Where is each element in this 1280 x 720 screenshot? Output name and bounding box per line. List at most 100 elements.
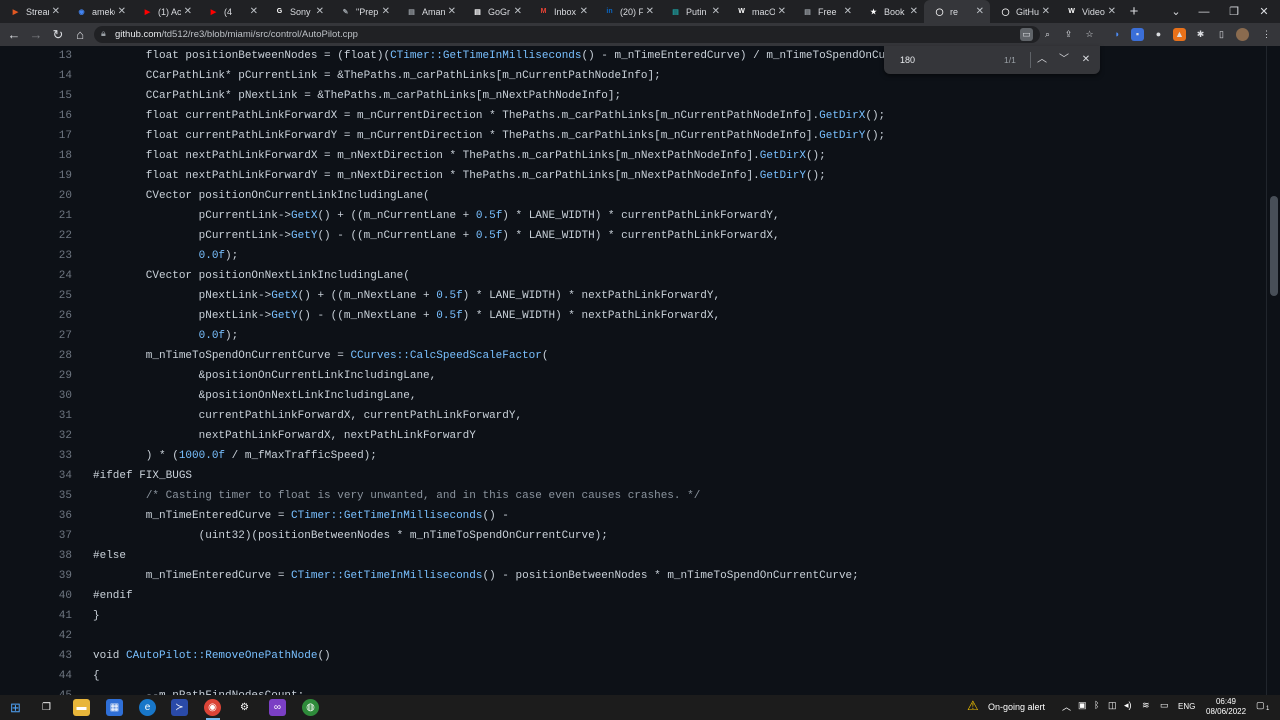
close-window-button[interactable]: ✕ bbox=[1248, 0, 1280, 23]
line-number[interactable]: 32 bbox=[30, 426, 72, 446]
tab-7[interactable]: ▤ GoGr ✕ bbox=[462, 0, 528, 23]
line-number[interactable]: 44 bbox=[30, 666, 72, 686]
tab-close-icon[interactable]: ✕ bbox=[646, 6, 654, 17]
tab-10[interactable]: ▤ Putin ✕ bbox=[660, 0, 726, 23]
tab-5[interactable]: ✎ "Prep ✕ bbox=[330, 0, 396, 23]
chrome-icon[interactable]: ◉ bbox=[204, 699, 221, 716]
line-number[interactable]: 23 bbox=[30, 246, 72, 266]
settings-gear-icon[interactable]: ⚙ bbox=[236, 699, 253, 716]
windows-start-icon[interactable]: ⊞ bbox=[7, 699, 24, 716]
bookmark-star-icon[interactable]: ☆ bbox=[1083, 28, 1096, 41]
powershell-icon[interactable]: ≻ bbox=[171, 699, 188, 716]
store-icon[interactable]: ▦ bbox=[106, 699, 123, 716]
tab-close-icon[interactable]: ✕ bbox=[514, 6, 522, 17]
tray-battery-icon[interactable]: ▭ bbox=[1160, 700, 1169, 711]
tab-close-icon[interactable]: ✕ bbox=[778, 6, 786, 17]
tab-close-icon[interactable]: ✕ bbox=[118, 6, 126, 17]
line-number[interactable]: 14 bbox=[30, 66, 72, 86]
edge-icon[interactable]: e bbox=[139, 699, 156, 716]
tab-close-icon[interactable]: ✕ bbox=[910, 6, 918, 17]
tray-chevron-up-icon[interactable]: ︿ bbox=[1062, 700, 1071, 713]
tray-wifi-icon[interactable]: ≋ bbox=[1142, 700, 1150, 711]
app-green-icon[interactable]: ◍ bbox=[302, 699, 319, 716]
profile-avatar[interactable] bbox=[1236, 28, 1249, 41]
line-number[interactable]: 33 bbox=[30, 446, 72, 466]
line-number[interactable]: 13 bbox=[30, 46, 72, 66]
minimize-button[interactable]: — bbox=[1188, 0, 1220, 23]
share-icon[interactable]: ⇪ bbox=[1062, 28, 1075, 41]
page-scrollbar[interactable] bbox=[1266, 46, 1280, 695]
line-number[interactable]: 45 bbox=[30, 686, 72, 695]
language-indicator[interactable]: ENG bbox=[1178, 702, 1195, 711]
tab-close-icon[interactable]: ✕ bbox=[1108, 6, 1116, 17]
line-number[interactable]: 20 bbox=[30, 186, 72, 206]
find-previous-chevron-up-icon[interactable]: ︿ bbox=[1035, 53, 1049, 67]
tab-close-icon[interactable]: ✕ bbox=[382, 6, 390, 17]
tray-network-icon[interactable]: ◫ bbox=[1108, 700, 1117, 711]
line-number[interactable]: 28 bbox=[30, 346, 72, 366]
tray-bluetooth-icon[interactable]: ᛒ bbox=[1094, 700, 1099, 710]
line-number[interactable]: 24 bbox=[30, 266, 72, 286]
line-number[interactable]: 42 bbox=[30, 626, 72, 646]
tab-14[interactable]: ◯ re ✕ bbox=[924, 0, 990, 23]
line-number[interactable]: 34 bbox=[30, 466, 72, 486]
alert-warning-icon[interactable]: ⚠ bbox=[967, 698, 979, 714]
visual-studio-icon[interactable]: ∞ bbox=[269, 699, 286, 716]
tab-12[interactable]: ▤ Free ✕ bbox=[792, 0, 858, 23]
line-number[interactable]: 17 bbox=[30, 126, 72, 146]
address-bar[interactable]: 🔒︎ github.com/td512/re3/blob/miami/src/c… bbox=[94, 26, 1040, 43]
sidebar-icon[interactable]: ▯ bbox=[1215, 28, 1228, 41]
tab-11[interactable]: WmacO ✕ bbox=[726, 0, 792, 23]
tab-close-icon[interactable]: ✕ bbox=[316, 6, 324, 17]
line-number[interactable]: 31 bbox=[30, 406, 72, 426]
line-number[interactable]: 35 bbox=[30, 486, 72, 506]
tab-15[interactable]: ◯ GitHu ✕ bbox=[990, 0, 1056, 23]
tab-close-icon[interactable]: ✕ bbox=[712, 6, 720, 17]
tray-app-icon[interactable]: ▣ bbox=[1078, 700, 1087, 711]
alert-text[interactable]: On-going alert bbox=[988, 702, 1045, 712]
tab-close-icon[interactable]: ✕ bbox=[52, 6, 60, 17]
tab-9[interactable]: in (20) F ✕ bbox=[594, 0, 660, 23]
line-number[interactable]: 18 bbox=[30, 146, 72, 166]
line-number[interactable]: 37 bbox=[30, 526, 72, 546]
tab-0[interactable]: ▶ Stream✕ bbox=[0, 0, 66, 23]
line-number[interactable]: 15 bbox=[30, 86, 72, 106]
tab-16[interactable]: W Video ✕ bbox=[1056, 0, 1122, 23]
forward-button[interactable]: → bbox=[28, 27, 44, 43]
find-close-icon[interactable]: ✕ bbox=[1079, 53, 1093, 67]
tab-1[interactable]: ◉ ameko✕ bbox=[66, 0, 132, 23]
line-number[interactable]: 27 bbox=[30, 326, 72, 346]
home-button[interactable]: ⌂ bbox=[72, 27, 88, 43]
extension-4-icon[interactable]: ▲ bbox=[1173, 28, 1186, 41]
tab-close-icon[interactable]: ✕ bbox=[1042, 6, 1050, 17]
line-number[interactable]: 43 bbox=[30, 646, 72, 666]
line-number[interactable]: 22 bbox=[30, 226, 72, 246]
line-number[interactable]: 25 bbox=[30, 286, 72, 306]
menu-kebab-icon[interactable]: ⋮ bbox=[1260, 28, 1273, 41]
find-input[interactable]: 180 bbox=[900, 55, 915, 65]
line-number[interactable]: 26 bbox=[30, 306, 72, 326]
tab-close-icon[interactable]: ✕ bbox=[976, 6, 984, 17]
tab-13[interactable]: ★ Book ✕ bbox=[858, 0, 924, 23]
tab-2[interactable]: ▶ (1) Ac ✕ bbox=[132, 0, 198, 23]
tab-3[interactable]: ▶ (4 ✕ bbox=[198, 0, 264, 23]
line-number[interactable]: 30 bbox=[30, 386, 72, 406]
task-view-icon[interactable]: ❐ bbox=[38, 699, 55, 716]
tab-close-icon[interactable]: ✕ bbox=[184, 6, 192, 17]
extensions-puzzle-icon[interactable]: ✱ bbox=[1194, 28, 1207, 41]
scrollbar-thumb[interactable] bbox=[1270, 196, 1278, 296]
tab-4[interactable]: G Sony ✕ bbox=[264, 0, 330, 23]
line-number[interactable]: 41 bbox=[30, 606, 72, 626]
tab-6[interactable]: ▤ Aman ✕ bbox=[396, 0, 462, 23]
extension-3-icon[interactable]: ● bbox=[1152, 28, 1165, 41]
file-explorer-icon[interactable]: ▬ bbox=[73, 699, 90, 716]
zoom-icon[interactable]: ⌕ bbox=[1041, 28, 1054, 41]
line-number[interactable]: 16 bbox=[30, 106, 72, 126]
install-app-icon[interactable]: ▭ bbox=[1020, 28, 1033, 41]
notification-icon[interactable]: ▢ bbox=[1256, 700, 1265, 711]
line-number[interactable]: 40 bbox=[30, 586, 72, 606]
reload-button[interactable]: ↻ bbox=[50, 27, 66, 43]
tab-close-icon[interactable]: ✕ bbox=[250, 6, 258, 17]
line-number[interactable]: 21 bbox=[30, 206, 72, 226]
find-next-chevron-down-icon[interactable]: ﹀ bbox=[1057, 53, 1071, 67]
